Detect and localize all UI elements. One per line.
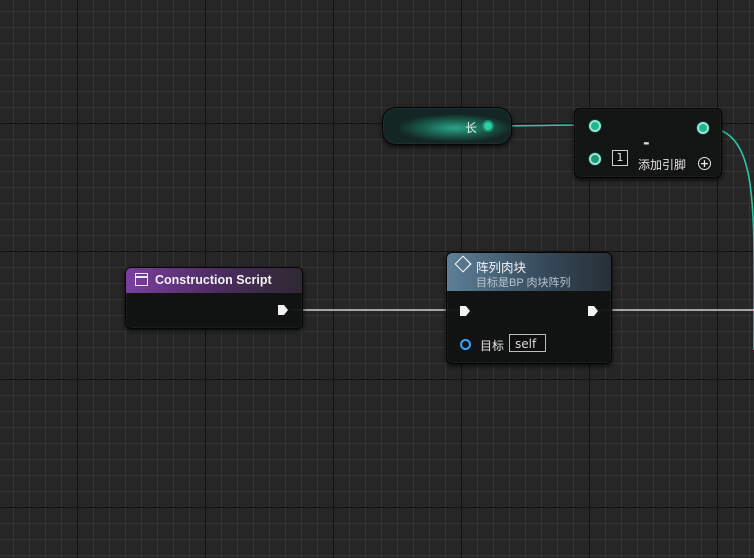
variable-length-label: 长 [464,121,477,135]
array-meat-node[interactable]: 阵列肉块 目标是BP 肉块阵列 目标 self [446,252,612,364]
construction-script-node[interactable]: Construction Script [125,267,303,329]
array-exec-input-pin[interactable] [459,305,471,317]
subtract-symbol: - [643,133,650,152]
plus-circle-icon[interactable]: + [698,157,711,170]
length-output-pin[interactable] [482,120,494,132]
subtract-input-a-pin[interactable] [589,120,601,132]
variable-length-node[interactable]: 长 [382,107,512,145]
wire-layer [290,124,754,350]
function-call-icon [454,255,472,273]
function-entry-icon [135,273,148,286]
array-meat-subtitle: 目标是BP 肉块阵列 [476,277,571,289]
subtract-default-value-field[interactable]: 1 [612,150,628,166]
subtract-input-b-pin[interactable] [589,153,601,165]
subtract-output-pin[interactable] [697,122,709,134]
subtract-node[interactable]: - 1 添加引脚 + [574,108,722,178]
construction-script-title: Construction Script [155,273,272,287]
construction-exec-output-pin[interactable] [277,304,289,316]
target-self-field[interactable]: self [509,334,546,352]
array-exec-output-pin[interactable] [587,305,599,317]
array-meat-header: 阵列肉块 目标是BP 肉块阵列 [447,253,611,291]
target-input-pin[interactable] [460,339,471,350]
add-pin-label[interactable]: 添加引脚 [638,156,686,173]
target-label: 目标 [480,339,505,353]
construction-script-header: Construction Script [126,268,302,293]
